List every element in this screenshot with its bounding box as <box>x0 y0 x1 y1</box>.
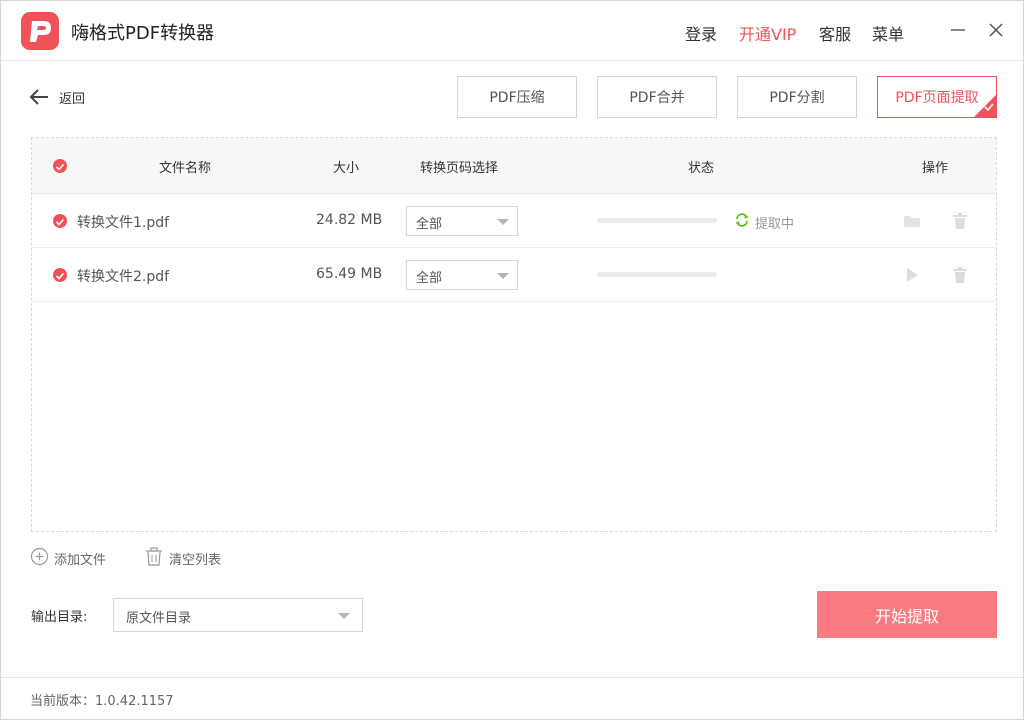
title-bar: 嗨格式PDF转换器 登录 开通VIP 客服 菜单 <box>1 1 1023 61</box>
app-title: 嗨格式PDF转换器 <box>71 23 215 44</box>
minimize-icon[interactable] <box>947 19 969 41</box>
tab-pdf-page-extract[interactable]: PDF页面提取 <box>877 76 997 118</box>
login-link[interactable]: 登录 <box>685 21 717 45</box>
page-range-select[interactable]: 全部 <box>406 206 518 236</box>
table-row: 转换文件2.pdf 65.49 MB 全部 <box>32 248 996 302</box>
tab-pdf-split[interactable]: PDF分割 <box>737 76 857 118</box>
row-checkbox[interactable] <box>53 268 67 282</box>
status-bar: 当前版本：1.0.42.1157 <box>1 677 1023 719</box>
tab-pdf-compress[interactable]: PDF压缩 <box>457 76 577 118</box>
play-icon[interactable] <box>902 265 922 285</box>
file-list: 文件名称 大小 转换页码选择 状态 操作 转换文件1.pdf 24.82 MB … <box>31 137 997 532</box>
output-dir-select[interactable]: 原文件目录 <box>113 598 363 632</box>
trash-icon[interactable] <box>950 265 970 285</box>
list-header: 文件名称 大小 转换页码选择 状态 操作 <box>32 138 996 194</box>
trash-icon[interactable] <box>950 211 970 231</box>
app-logo <box>21 12 59 50</box>
add-file-label: 添加文件 <box>54 553 107 568</box>
back-label: 返回 <box>59 92 86 107</box>
output-dir-value: 原文件目录 <box>126 611 192 626</box>
trash-outline-icon <box>145 547 163 570</box>
service-link[interactable]: 客服 <box>819 21 851 45</box>
arrow-left-icon <box>29 87 49 111</box>
chevron-down-icon <box>338 613 350 619</box>
page-range-select[interactable]: 全部 <box>406 260 518 290</box>
status-text: 提取中 <box>755 217 795 232</box>
page-range-value: 全部 <box>416 217 443 232</box>
select-all-checkbox[interactable] <box>53 159 67 173</box>
file-name: 转换文件2.pdf <box>77 269 170 285</box>
close-icon[interactable] <box>985 19 1007 41</box>
row-checkbox[interactable] <box>53 214 67 228</box>
column-header-name: 文件名称 <box>159 161 212 176</box>
menu-link[interactable]: 菜单 <box>872 21 904 45</box>
start-extract-button[interactable]: 开始提取 <box>817 591 997 638</box>
output-dir-label: 输出目录: <box>31 610 88 625</box>
refresh-icon <box>734 212 750 232</box>
file-size: 65.49 MB <box>316 266 383 282</box>
column-header-size: 大小 <box>333 161 360 176</box>
table-row: 转换文件1.pdf 24.82 MB 全部 提取中 <box>32 194 996 248</box>
chevron-down-icon <box>497 219 509 225</box>
chevron-down-icon <box>497 273 509 279</box>
column-header-page-select: 转换页码选择 <box>420 161 499 176</box>
clear-list-label: 清空列表 <box>169 553 222 568</box>
file-name: 转换文件1.pdf <box>77 215 170 231</box>
page-range-value: 全部 <box>416 271 443 286</box>
checkmark-icon <box>984 100 994 116</box>
app-window: 嗨格式PDF转换器 登录 开通VIP 客服 菜单 返回 PDF压缩 PDF合并 … <box>0 0 1024 720</box>
tab-label: PDF页面提取 <box>895 90 979 106</box>
version-text: 当前版本：1.0.42.1157 <box>30 694 174 709</box>
progress-bar <box>597 272 717 277</box>
tab-pdf-merge[interactable]: PDF合并 <box>597 76 717 118</box>
progress-bar <box>597 218 717 223</box>
column-header-actions: 操作 <box>922 161 949 176</box>
plus-circle-icon <box>30 547 49 570</box>
column-header-status: 状态 <box>688 161 715 176</box>
vip-link[interactable]: 开通VIP <box>739 21 796 45</box>
folder-icon[interactable] <box>902 211 922 231</box>
file-size: 24.82 MB <box>316 212 383 228</box>
